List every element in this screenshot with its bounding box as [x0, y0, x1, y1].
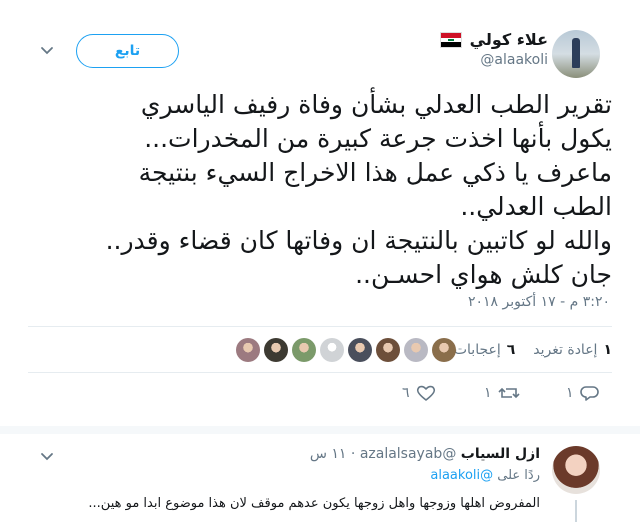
chevron-down-icon[interactable] [40, 44, 54, 58]
retweet-count: ١ [484, 385, 492, 401]
chevron-down-icon[interactable] [40, 450, 54, 464]
retweet-stat-label: إعادة تغريد [533, 342, 598, 358]
replying-mention[interactable]: @alaakoli [430, 468, 493, 483]
liker-avatar[interactable] [348, 338, 372, 362]
liker-avatar[interactable] [376, 338, 400, 362]
tweet-stats: ١ إعادة تغريد ٦ إعجابات [454, 342, 612, 358]
retweet-stat[interactable]: ١ إعادة تغريد [533, 342, 612, 358]
tweet-line: تقرير الطب العدلي بشأن وفاة رفيف الياسري [140, 90, 612, 119]
reply-count: ١ [566, 385, 574, 401]
tweet-line: الطب العدلي.. [460, 192, 612, 221]
author-avatar[interactable] [552, 30, 600, 78]
thread-line [575, 500, 577, 522]
tweet: تابع علاء كولي @alaakoli تقرير الطب العد… [0, 0, 640, 522]
tweet-line: يكول بأنها اخذت جرعة كبيرة من المخدرات..… [144, 124, 612, 153]
reply-text: المفروض اهلها وزوجها واهل زوجها يكون عده… [88, 496, 540, 511]
reply-icon [579, 386, 599, 401]
iraq-flag-icon [439, 32, 462, 48]
liker-avatar[interactable] [264, 338, 288, 362]
liker-avatar[interactable] [236, 338, 260, 362]
reply-author-name[interactable]: ازل السياب [461, 446, 540, 462]
tweet-line: والله لو كاتبين بالنتيجة ان وفاتها كان ق… [105, 226, 612, 255]
liker-avatar[interactable] [404, 338, 428, 362]
like-stat-label: إعجابات [453, 342, 501, 358]
liker-avatar[interactable] [432, 338, 456, 362]
divider [28, 326, 612, 327]
liker-avatar[interactable] [292, 338, 316, 362]
retweet-action[interactable]: ١ [484, 384, 520, 402]
tweet-actions: ١ ١ ٦ [0, 384, 640, 412]
tweet-text: تقرير الطب العدلي بشأن وفاة رفيف الياسري… [22, 88, 612, 292]
like-count: ٦ [402, 385, 410, 401]
retweet-stat-count: ١ [603, 342, 612, 358]
likers-avatars [236, 338, 456, 362]
reply-author-handle[interactable]: @azalalsayab [360, 446, 457, 462]
tweet-line: ماعرف يا ذكي عمل هذا الاخراج السيء بنتيج… [138, 158, 612, 187]
like-stat-count: ٦ [506, 342, 516, 358]
reply-action[interactable]: ١ [566, 384, 600, 402]
section-divider [0, 426, 640, 434]
author-info: علاء كولي @alaakoli [439, 30, 548, 68]
reply-avatar[interactable] [552, 446, 600, 494]
author-name[interactable]: علاء كولي [470, 30, 548, 50]
like-stat[interactable]: ٦ إعجابات [454, 342, 515, 358]
retweet-icon [497, 387, 520, 399]
reply-dot: · [350, 446, 356, 462]
replying-label: ردًا على [497, 468, 540, 483]
reply-header: ازل السياب @azalalsayab · ١١ س [310, 446, 540, 462]
reply-time[interactable]: ١١ س [310, 446, 347, 462]
divider [28, 372, 612, 373]
follow-button[interactable]: تابع [76, 34, 179, 68]
replying-to: ردًا على @alaakoli [430, 468, 540, 483]
author-name-row[interactable]: علاء كولي [439, 30, 548, 50]
like-action[interactable]: ٦ [402, 384, 436, 402]
tweet-line: جان كلش هواي احسـن.. [355, 260, 612, 289]
heart-icon [416, 385, 435, 401]
author-handle[interactable]: @alaakoli [440, 52, 548, 68]
default-avatar-icon[interactable] [320, 338, 344, 362]
tweet-timestamp[interactable]: ٣:٢٠ م - ١٧ أكتوبر ٢٠١٨ [468, 294, 610, 310]
